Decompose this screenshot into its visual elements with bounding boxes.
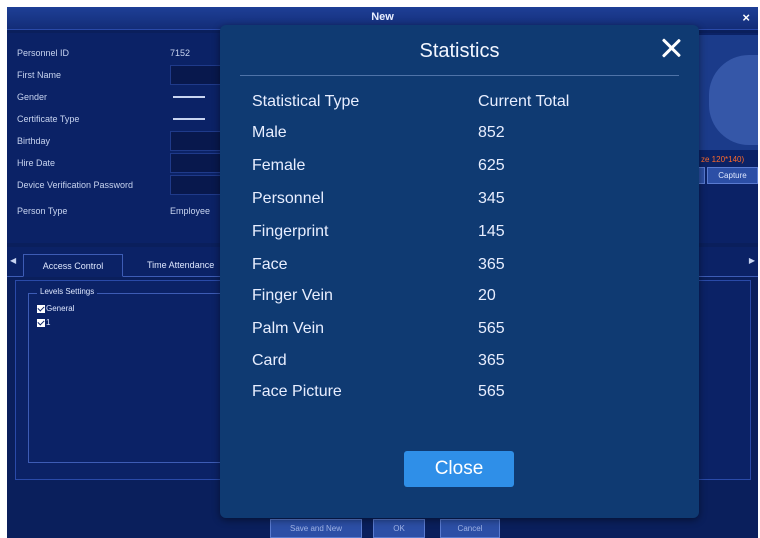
stat-type: Male [252,124,287,141]
stats-row: Finger Vein 20 [252,287,672,311]
level-label: 1 [46,318,51,327]
photo-size-note: ze 120*140) [701,155,745,164]
close-button[interactable]: Close [404,451,514,487]
gender-select[interactable] [173,96,205,98]
stat-total: 20 [478,287,496,304]
personnel-photo [697,35,758,150]
save-and-new-button[interactable]: Save and New [270,519,362,538]
field-label: Certificate Type [17,114,80,124]
close-icon[interactable] [658,35,684,61]
stats-row: Face Picture 565 [252,383,672,407]
tab-scroll-left-icon[interactable]: ◀ [10,256,16,265]
ok-button[interactable]: OK [373,519,425,538]
stats-row: Face 365 [252,256,672,280]
stats-row: Personnel 345 [252,190,672,214]
window-close-icon[interactable]: × [742,10,750,25]
checkbox-checked-icon[interactable] [37,318,45,327]
person-type-select[interactable]: Employee [170,206,210,216]
stat-total: 345 [478,190,505,207]
stat-total: 145 [478,223,505,240]
stats-row: Female 625 [252,157,672,181]
stat-total: 365 [478,256,505,273]
avatar-placeholder-icon [709,55,758,145]
level-item-1[interactable]: 1 [37,318,50,330]
stat-type: Card [252,352,287,369]
level-label: General [46,304,75,313]
field-label: First Name [17,70,62,80]
stat-type: Fingerprint [252,223,329,240]
field-label: Gender [17,92,48,102]
header-statistical-type: Statistical Type [252,93,360,110]
header-current-total: Current Total [478,93,570,110]
cancel-button[interactable]: Cancel [440,519,500,538]
stat-type: Finger Vein [252,287,333,304]
field-label: Hire Date [17,158,56,168]
stat-total: 852 [478,124,505,141]
stat-total: 365 [478,352,505,369]
stats-row: Palm Vein 565 [252,320,672,344]
stat-type: Face Picture [252,383,342,400]
stats-row: Fingerprint 145 [252,223,672,247]
stat-type: Personnel [252,190,325,207]
field-label: Person Type [17,206,68,216]
stats-row: Card 365 [252,352,672,376]
stat-type: Palm Vein [252,320,325,337]
statistics-dialog: Statistics Statistical Type Current Tota… [220,25,699,518]
field-label: Personnel ID [17,48,70,58]
dialog-title: Statistics [419,40,500,62]
level-item-general[interactable]: General [37,304,74,316]
levels-settings-title: Levels Settings [37,287,98,296]
stat-type: Face [252,256,288,273]
levels-settings-group: Levels Settings General 1 [28,287,228,463]
field-label: Device Verification Password [17,180,134,190]
tab-time-attendance[interactable]: Time Attendance [147,254,227,277]
stat-type: Female [252,157,306,174]
title-divider [240,75,679,76]
tab-access-control[interactable]: Access Control [23,254,123,277]
certificate-type-select[interactable] [173,118,205,120]
field-label: Birthday [17,136,51,146]
capture-button[interactable]: Capture [707,167,758,184]
stat-total: 565 [478,320,505,337]
tab-scroll-right-icon[interactable]: ▶ [749,256,755,265]
checkbox-checked-icon[interactable] [37,304,45,313]
stat-total: 565 [478,383,505,400]
personnel-id-value[interactable]: 7152 [170,48,190,58]
stats-row: Male 852 [252,124,672,148]
stats-header-row: Statistical Type Current Total [252,93,672,117]
stat-total: 625 [478,157,505,174]
window-title: New [371,11,394,23]
